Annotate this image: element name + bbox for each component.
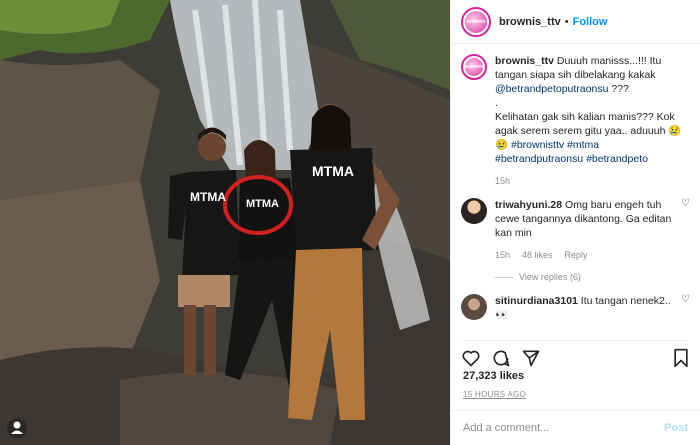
comment-body: triwahyuni.28 Omg baru engeh tuh cewe ta…	[495, 198, 677, 284]
follow-button[interactable]: Follow	[573, 16, 608, 28]
caption: brownis brownis_ttv Duuuh manisss...!!! …	[461, 54, 690, 188]
comments-list[interactable]: brownis brownis_ttv Duuuh manisss...!!! …	[461, 54, 690, 329]
comment-input[interactable]	[463, 422, 665, 434]
caption-line-2: .	[495, 97, 498, 109]
comment-like-icon[interactable]: ♡	[677, 198, 690, 284]
post-side-panel: brownis brownis_ttv • Follow brownis bro…	[450, 0, 700, 445]
heart-icon[interactable]	[461, 348, 481, 368]
shirt-text-middle: MTMA	[246, 198, 279, 210]
post-photo[interactable]: MTMA MTMA MTMA	[0, 0, 450, 445]
shirt-text-right: MTMA	[312, 163, 354, 179]
caption-username[interactable]: brownis_ttv	[495, 55, 554, 67]
caption-time: 15h	[495, 176, 511, 186]
caption-hashtags[interactable]: #brownisttv #mtma #betrandputraonsu #bet…	[495, 139, 648, 165]
bookmark-icon[interactable]	[672, 348, 690, 368]
shirt-text-left: MTMA	[190, 190, 226, 204]
waterfall-scene	[0, 0, 450, 445]
author-avatar[interactable]: brownis	[461, 6, 491, 37]
share-icon[interactable]	[521, 348, 541, 368]
reply-button[interactable]: Reply	[565, 248, 588, 262]
post-timestamp[interactable]: 15 HOURS AGO	[463, 390, 526, 399]
post-header: brownis brownis_ttv • Follow	[451, 0, 700, 44]
view-replies-label: View replies (6)	[519, 272, 581, 282]
comment-body: sitinurdiana3101 Itu tangan nenek2.. 👀	[495, 294, 677, 322]
caption-body: brownis_ttv Duuuh manisss...!!! Itu tang…	[495, 54, 690, 188]
post-comment-button[interactable]: Post	[664, 422, 688, 434]
likes-count[interactable]: 27,323 likes	[463, 370, 524, 382]
add-comment-bar: Post	[451, 410, 700, 445]
comment-icon[interactable]	[491, 348, 511, 368]
comment-like-icon[interactable]: ♡	[677, 294, 690, 322]
commenter-avatar[interactable]	[461, 294, 487, 320]
separator: •	[564, 15, 569, 28]
caption-avatar[interactable]: brownis	[461, 54, 487, 80]
comment-item: triwahyuni.28 Omg baru engeh tuh cewe ta…	[461, 198, 690, 284]
comment-meta: 15h 48 likes Reply	[495, 248, 677, 262]
replies-line	[495, 276, 513, 278]
user-circle-icon[interactable]	[7, 418, 27, 438]
view-replies-button[interactable]: View replies (6)	[495, 270, 677, 284]
comment-username[interactable]: triwahyuni.28	[495, 199, 562, 211]
comment-username[interactable]: sitinurdiana3101	[495, 295, 578, 307]
caption-meta: 15h	[495, 174, 690, 188]
caption-text-2: ???	[608, 83, 629, 95]
comment-time: 15h	[495, 250, 511, 260]
commenter-avatar[interactable]	[461, 198, 487, 224]
caption-mention[interactable]: @betrandpetoputraonsu	[495, 83, 608, 95]
comment-item: sitinurdiana3101 Itu tangan nenek2.. 👀 ♡	[461, 294, 690, 322]
comment-likes[interactable]: 48 likes	[522, 248, 553, 262]
author-username[interactable]: brownis_ttv	[499, 16, 561, 28]
post-actions	[461, 340, 690, 368]
